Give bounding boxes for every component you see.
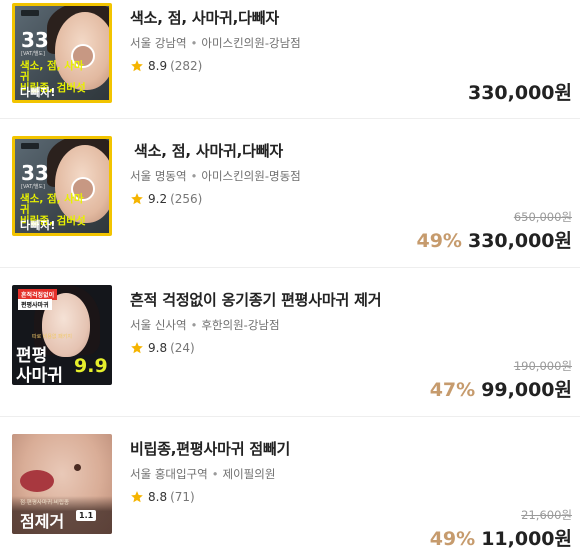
review-count: (282): [170, 59, 203, 73]
thumb-small-text: 점·편평사마귀·비립종: [20, 500, 70, 506]
station: 서울 홍대입구역: [130, 467, 208, 481]
price: 330,000원: [467, 82, 572, 104]
rating-score: 9.8: [148, 341, 168, 355]
thumb-cta: 다빼자!: [20, 219, 56, 232]
product-thumbnail[interactable]: 점·편평사마귀·비립종 점제거 1.1: [12, 434, 112, 534]
thumbnail-art: 33 [VAT/별도] 색소, 점, 사마귀 비립종, 검버섯 다빼자!: [15, 139, 109, 233]
original-price: 190,000원: [513, 359, 572, 373]
rating: 8.9 (282): [130, 59, 202, 73]
thumb-text: 점제거: [20, 512, 65, 531]
clinic-name: 제이필의원: [222, 467, 276, 481]
product-location: 서울 신사역 • 후한의원-강남점: [130, 318, 280, 332]
clinic-name: 후한의원-강남점: [201, 318, 280, 332]
rating-score: 8.9: [148, 59, 168, 73]
thumb-number-sub: [VAT/별도]: [21, 184, 45, 190]
rating: 9.2 (256): [130, 192, 202, 206]
product-thumbnail[interactable]: 33 [VAT/별도] 색소, 점, 사마귀 비립종, 검버섯 다빼자!: [12, 3, 112, 103]
original-price: 21,600원: [521, 508, 572, 522]
product-card[interactable]: 점·편평사마귀·비립종 점제거 1.1 비립종,편평사마귀 점빼기 서울 홍대입…: [0, 417, 580, 560]
thumb-number: 33: [21, 161, 49, 185]
clinic-name: 아미스킨의원-강남점: [201, 36, 301, 50]
rating: 9.8 (24): [130, 341, 195, 355]
price-row: 47% 99,000원: [430, 375, 572, 402]
price: 11,000원: [481, 528, 572, 550]
product-card[interactable]: 33 [VAT/별도] 색소, 점, 사마귀 비립종, 검버섯 다빼자! 색소, …: [0, 0, 580, 119]
product-title[interactable]: 흔적 걱정없이 옹기종기 편평사마귀 제거: [130, 289, 381, 310]
clinic-name: 아미스킨의원-명동점: [201, 169, 301, 183]
thumb-small-text: 따로 비용없 패키지: [32, 334, 72, 340]
review-count: (256): [170, 192, 203, 206]
product-title[interactable]: 색소, 점, 사마귀,다빼자: [130, 7, 279, 28]
discount-rate: 49%: [429, 528, 476, 550]
product-thumbnail[interactable]: 33 [VAT/별도] 색소, 점, 사마귀 비립종, 검버섯 다빼자!: [12, 136, 112, 236]
product-location: 서울 홍대입구역 • 제이필의원: [130, 467, 276, 481]
thumb-number: 33: [21, 28, 49, 52]
rating: 8.8 (71): [130, 490, 195, 504]
price-row: 49% 11,000원: [430, 524, 572, 551]
star-icon: [131, 342, 143, 354]
discount-rate: 47%: [429, 379, 476, 401]
star-icon: [131, 60, 143, 72]
rating-score: 8.8: [148, 490, 168, 504]
star-icon: [131, 491, 143, 503]
thumb-number-sub: [VAT/별도]: [21, 51, 45, 57]
price: 99,000원: [481, 379, 572, 401]
station: 서울 명동역: [130, 169, 187, 183]
review-count: (24): [170, 341, 195, 355]
price-row: 330,000원: [468, 78, 572, 105]
thumb-cta: 다빼자!: [20, 86, 56, 99]
product-title[interactable]: 색소, 점, 사마귀,다빼자: [134, 140, 283, 161]
product-thumbnail[interactable]: 흔적걱정없이 편평사마귀 따로 비용없 패키지 편평 사마귀 9.9: [12, 285, 112, 385]
price: 330,000원: [467, 230, 572, 252]
original-price: 650,000원: [513, 210, 572, 224]
thumbnail-art: 33 [VAT/별도] 색소, 점, 사마귀 비립종, 검버섯 다빼자!: [15, 6, 109, 100]
product-list: 33 [VAT/별도] 색소, 점, 사마귀 비립종, 검버섯 다빼자! 색소, …: [0, 0, 580, 560]
station: 서울 강남역: [130, 36, 187, 50]
thumb-number: 9.9: [74, 355, 108, 377]
rating-score: 9.2: [148, 192, 168, 206]
thumb-tag: 1.1: [76, 510, 97, 521]
thumb-text: 사마귀: [16, 366, 63, 385]
station: 서울 신사역: [130, 318, 187, 332]
product-card[interactable]: 33 [VAT/별도] 색소, 점, 사마귀 비립종, 검버섯 다빼자! 색소, …: [0, 119, 580, 268]
product-card[interactable]: 흔적걱정없이 편평사마귀 따로 비용없 패키지 편평 사마귀 9.9 흔적 걱정…: [0, 268, 580, 417]
discount-rate: 49%: [416, 230, 462, 252]
product-title[interactable]: 비립종,편평사마귀 점빼기: [130, 438, 290, 459]
product-location: 서울 명동역 • 아미스킨의원-명동점: [130, 169, 301, 183]
price-row: 49% 330,000원: [416, 226, 572, 253]
thumb-badge: 편평사마귀: [18, 299, 52, 310]
product-location: 서울 강남역 • 아미스킨의원-강남점: [130, 36, 301, 50]
review-count: (71): [170, 490, 195, 504]
star-icon: [131, 193, 143, 205]
